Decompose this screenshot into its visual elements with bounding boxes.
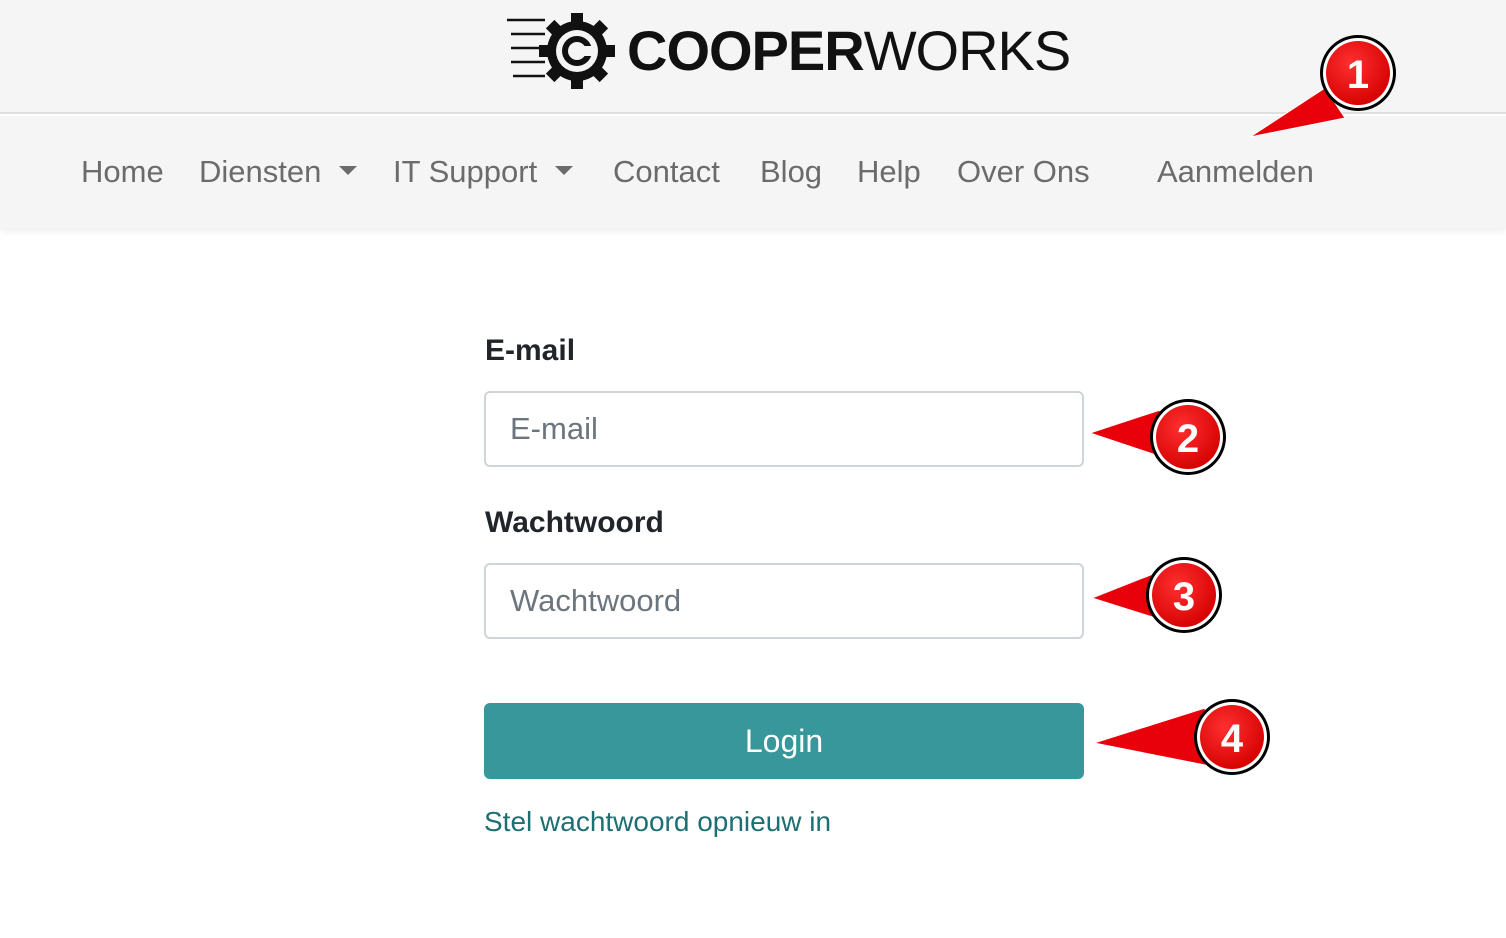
password-input[interactable] <box>484 563 1084 639</box>
nav-contact[interactable]: Contact <box>613 152 720 192</box>
brand-logo[interactable]: COOPERWORKS <box>505 10 1072 92</box>
nav-it-support-label: IT Support <box>393 154 538 189</box>
nav-diensten-dropdown[interactable]: Diensten <box>199 152 358 192</box>
callout-number-4: 4 <box>1221 717 1244 761</box>
callout-number-3: 3 <box>1173 575 1195 619</box>
reset-password-link[interactable]: Stel wachtwoord opnieuw in <box>484 806 831 838</box>
nav-it-support-dropdown[interactable]: IT Support <box>393 152 574 192</box>
email-input[interactable] <box>484 391 1084 467</box>
nav-over-ons[interactable]: Over Ons <box>957 152 1090 192</box>
callout-number-2: 2 <box>1177 417 1199 461</box>
nav-diensten-label: Diensten <box>199 154 322 189</box>
email-label: E-mail <box>485 334 576 367</box>
nav-blog[interactable]: Blog <box>760 152 822 192</box>
nav-login-link[interactable]: Aanmelden <box>1157 152 1314 192</box>
site-header: COOPERWORKS <box>0 0 1506 114</box>
callout-marker-4: 4 <box>1093 699 1270 775</box>
chevron-down-icon <box>339 166 358 176</box>
nav-home[interactable]: Home <box>81 152 164 192</box>
gear-logo-icon <box>507 13 615 89</box>
callout-marker-3: 3 <box>1090 557 1222 633</box>
nav-help[interactable]: Help <box>857 152 921 192</box>
chevron-down-icon <box>555 166 574 176</box>
login-button[interactable]: Login <box>484 703 1084 779</box>
password-label: Wachtwoord <box>485 506 664 539</box>
brand-name-thin: WORKS <box>863 19 1072 82</box>
brand-name-bold: COOPER <box>627 19 865 82</box>
callout-marker-2: 2 <box>1088 399 1226 475</box>
